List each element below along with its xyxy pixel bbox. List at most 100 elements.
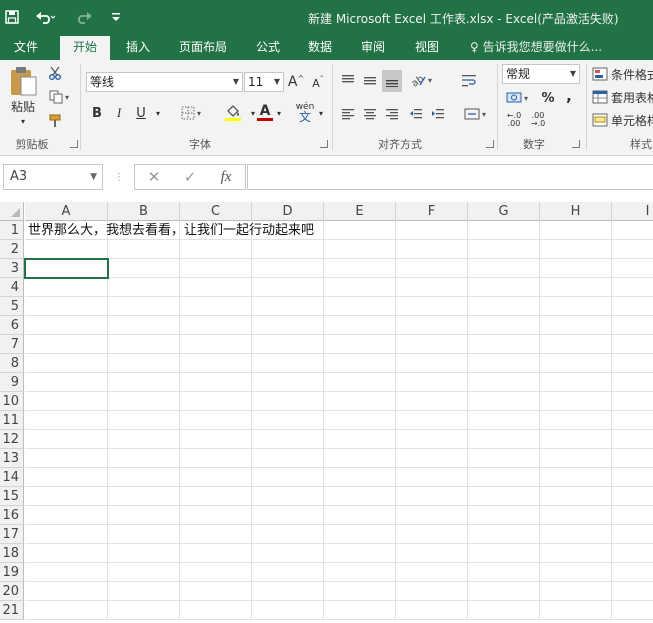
cell-a14[interactable] bbox=[25, 468, 108, 487]
cell-f4[interactable] bbox=[396, 278, 468, 297]
bold-button[interactable]: B bbox=[88, 102, 106, 124]
number-format-select[interactable]: 常规 ▼ bbox=[502, 64, 580, 84]
italic-button[interactable]: I bbox=[110, 102, 128, 124]
paste-button[interactable]: 粘贴 bbox=[6, 98, 40, 114]
cell-i3[interactable] bbox=[612, 259, 653, 278]
cell-e15[interactable] bbox=[324, 487, 396, 506]
cell-f11[interactable] bbox=[396, 411, 468, 430]
cell-i10[interactable] bbox=[612, 392, 653, 411]
cell-g7[interactable] bbox=[468, 335, 540, 354]
cell-b4[interactable] bbox=[108, 278, 180, 297]
cell-h9[interactable] bbox=[540, 373, 612, 392]
merge-center-button[interactable]: ▾ bbox=[458, 104, 492, 124]
decrease-indent-icon[interactable] bbox=[406, 104, 426, 124]
cell-e18[interactable] bbox=[324, 544, 396, 563]
insert-function-button[interactable]: fx bbox=[208, 169, 244, 186]
cell-c15[interactable] bbox=[180, 487, 252, 506]
align-middle-icon[interactable] bbox=[360, 70, 380, 90]
border-button[interactable]: ▾ bbox=[174, 102, 208, 124]
cell-g4[interactable] bbox=[468, 278, 540, 297]
cell-c11[interactable] bbox=[180, 411, 252, 430]
redo-icon[interactable] bbox=[70, 0, 100, 34]
cell-f2[interactable] bbox=[396, 240, 468, 259]
column-header-a[interactable]: A bbox=[25, 202, 108, 221]
column-header-g[interactable]: G bbox=[468, 202, 540, 221]
align-top-icon[interactable] bbox=[338, 70, 358, 90]
cell-d10[interactable] bbox=[252, 392, 324, 411]
cell-d9[interactable] bbox=[252, 373, 324, 392]
row-header-7[interactable]: 7 bbox=[0, 335, 24, 354]
paste-icon[interactable] bbox=[6, 64, 40, 98]
row-header-13[interactable]: 13 bbox=[0, 449, 24, 468]
column-header-i[interactable]: I bbox=[612, 202, 653, 221]
alignment-launcher-icon[interactable] bbox=[486, 140, 494, 148]
tell-me-search[interactable]: ♀ 告诉我您想要做什么... bbox=[470, 34, 602, 60]
cell-c13[interactable] bbox=[180, 449, 252, 468]
cell-c14[interactable] bbox=[180, 468, 252, 487]
row-header-3[interactable]: 3 bbox=[0, 259, 24, 278]
cell-e7[interactable] bbox=[324, 335, 396, 354]
row-header-20[interactable]: 20 bbox=[0, 582, 24, 601]
row-header-21[interactable]: 21 bbox=[0, 601, 24, 620]
cell-d20[interactable] bbox=[252, 582, 324, 601]
underline-button[interactable]: U bbox=[132, 102, 150, 124]
cell-h5[interactable] bbox=[540, 297, 612, 316]
cell-i14[interactable] bbox=[612, 468, 653, 487]
cell-b5[interactable] bbox=[108, 297, 180, 316]
cell-g16[interactable] bbox=[468, 506, 540, 525]
tab-data[interactable]: 数据 bbox=[298, 34, 342, 60]
cell-i5[interactable] bbox=[612, 297, 653, 316]
row-header-10[interactable]: 10 bbox=[0, 392, 24, 411]
tab-home[interactable]: 开始 bbox=[60, 36, 110, 60]
cell-i9[interactable] bbox=[612, 373, 653, 392]
cell-e16[interactable] bbox=[324, 506, 396, 525]
cell-e20[interactable] bbox=[324, 582, 396, 601]
conditional-formatting-button[interactable]: 条件格式 bbox=[592, 64, 653, 84]
tab-view[interactable]: 视图 bbox=[404, 34, 450, 60]
cell-f18[interactable] bbox=[396, 544, 468, 563]
cell-a8[interactable] bbox=[25, 354, 108, 373]
tab-formulas[interactable]: 公式 bbox=[246, 34, 290, 60]
cell-b6[interactable] bbox=[108, 316, 180, 335]
cell-c18[interactable] bbox=[180, 544, 252, 563]
customize-icon[interactable] bbox=[108, 0, 124, 34]
cell-h15[interactable] bbox=[540, 487, 612, 506]
cell-d7[interactable] bbox=[252, 335, 324, 354]
cell-h7[interactable] bbox=[540, 335, 612, 354]
cell-g15[interactable] bbox=[468, 487, 540, 506]
row-header-16[interactable]: 16 bbox=[0, 506, 24, 525]
cell-a19[interactable] bbox=[25, 563, 108, 582]
cell-f7[interactable] bbox=[396, 335, 468, 354]
cell-b10[interactable] bbox=[108, 392, 180, 411]
cell-f15[interactable] bbox=[396, 487, 468, 506]
cell-g6[interactable] bbox=[468, 316, 540, 335]
cell-e14[interactable] bbox=[324, 468, 396, 487]
cell-b15[interactable] bbox=[108, 487, 180, 506]
cell-h16[interactable] bbox=[540, 506, 612, 525]
align-bottom-icon[interactable] bbox=[382, 70, 402, 92]
cell-g12[interactable] bbox=[468, 430, 540, 449]
row-header-19[interactable]: 19 bbox=[0, 563, 24, 582]
fill-color-button[interactable] bbox=[216, 100, 250, 124]
paste-dropdown-icon[interactable]: ▾ bbox=[18, 116, 28, 126]
cell-e3[interactable] bbox=[324, 259, 396, 278]
cell-g14[interactable] bbox=[468, 468, 540, 487]
cell-i20[interactable] bbox=[612, 582, 653, 601]
cell-g18[interactable] bbox=[468, 544, 540, 563]
cell-g11[interactable] bbox=[468, 411, 540, 430]
accounting-format-button[interactable]: ▾ bbox=[502, 88, 532, 108]
cell-d12[interactable] bbox=[252, 430, 324, 449]
cell-i8[interactable] bbox=[612, 354, 653, 373]
row-header-6[interactable]: 6 bbox=[0, 316, 24, 335]
column-header-b[interactable]: B bbox=[108, 202, 180, 221]
cell-c5[interactable] bbox=[180, 297, 252, 316]
row-header-18[interactable]: 18 bbox=[0, 544, 24, 563]
cell-c8[interactable] bbox=[180, 354, 252, 373]
cell-e5[interactable] bbox=[324, 297, 396, 316]
cell-b3[interactable] bbox=[108, 259, 180, 278]
cell-c10[interactable] bbox=[180, 392, 252, 411]
cell-a10[interactable] bbox=[25, 392, 108, 411]
cell-f14[interactable] bbox=[396, 468, 468, 487]
cell-a3[interactable] bbox=[24, 258, 109, 279]
cell-d17[interactable] bbox=[252, 525, 324, 544]
